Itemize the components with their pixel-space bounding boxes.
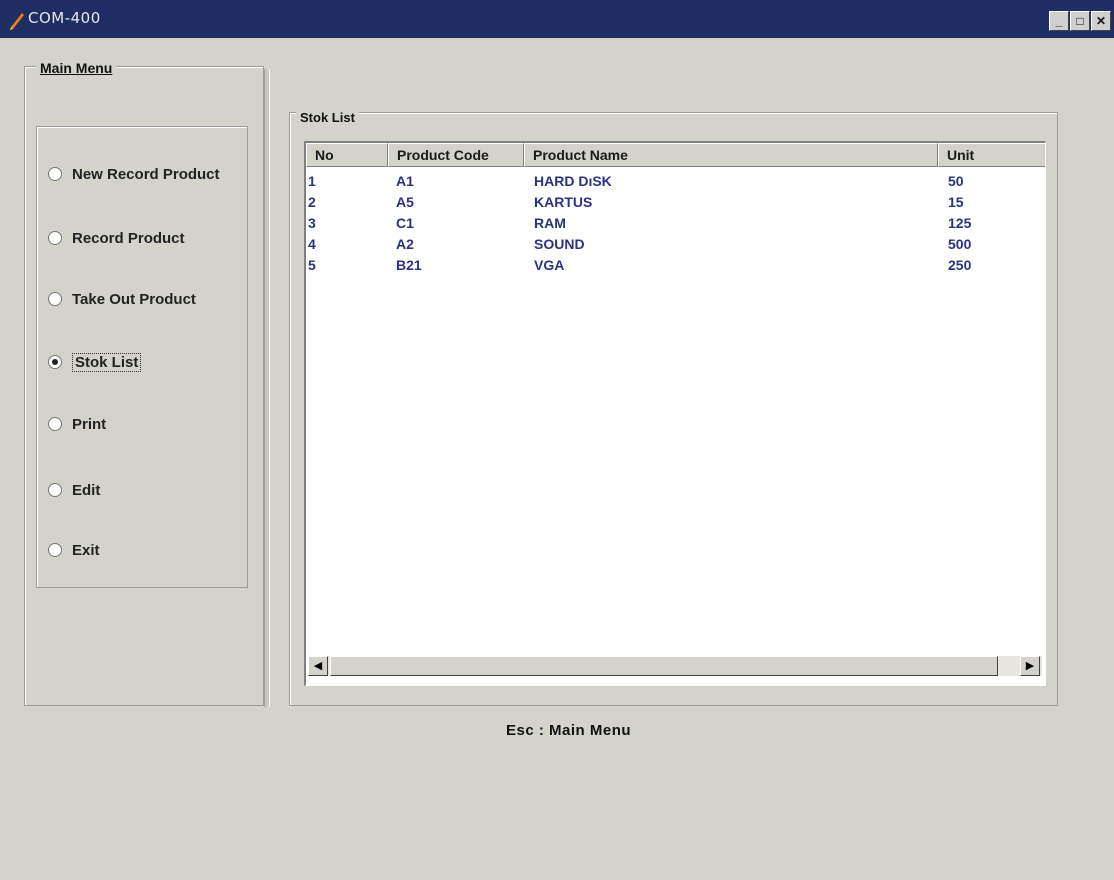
table-row[interactable]: 5 B21 VGA 250 — [306, 255, 1045, 276]
radio-selected-icon[interactable] — [48, 355, 62, 369]
cell-code: A5 — [396, 194, 414, 210]
radio-icon[interactable] — [48, 231, 62, 245]
cell-name: VGA — [534, 257, 565, 273]
column-header-no[interactable]: No — [306, 143, 388, 167]
stok-list-view[interactable]: No Product Code Product Name Unit 1 A1 H… — [304, 141, 1046, 686]
menu-item-stok-list[interactable]: Stok List — [48, 351, 142, 373]
radio-icon[interactable] — [48, 167, 62, 181]
cell-no: 1 — [308, 173, 316, 189]
menu-item-record-product[interactable]: Record Product — [48, 227, 185, 249]
scroll-left-icon[interactable]: ◀ — [308, 656, 328, 676]
main-menu-title: Main Menu — [36, 60, 117, 76]
menu-item-label: Print — [72, 415, 107, 433]
menu-item-label: Record Product — [72, 229, 185, 247]
cell-name: SOUND — [534, 236, 585, 252]
cell-unit: 15 — [948, 194, 964, 210]
radio-icon[interactable] — [48, 417, 62, 431]
cell-name: KARTUS — [534, 194, 593, 210]
cell-name: HARD DıSK — [534, 173, 612, 189]
app-window: COM-400 _ □ ✕ Main Menu New Record Produ… — [0, 0, 1114, 880]
scrollbar-thumb[interactable] — [330, 656, 998, 676]
table-row[interactable]: 1 A1 HARD DıSK 50 — [306, 171, 1045, 192]
cell-code: A1 — [396, 173, 414, 189]
cell-unit: 125 — [948, 215, 972, 231]
table-row[interactable]: 3 C1 RAM 125 — [306, 213, 1045, 234]
keyboard-hint: Esc : Main Menu — [506, 722, 632, 739]
maximize-button[interactable]: □ — [1070, 11, 1090, 31]
table-row[interactable]: 2 A5 KARTUS 15 — [306, 192, 1045, 213]
column-header-product-name[interactable]: Product Name — [524, 143, 938, 167]
cell-code: B21 — [396, 257, 422, 273]
menu-item-label: Edit — [72, 481, 101, 499]
menu-item-label: Take Out Product — [72, 290, 196, 308]
cell-name: RAM — [534, 215, 566, 231]
radio-icon[interactable] — [48, 483, 62, 497]
cell-code: C1 — [396, 215, 414, 231]
menu-item-label: Exit — [72, 541, 100, 559]
pencil-icon — [10, 13, 24, 30]
cell-unit: 50 — [948, 173, 964, 189]
panel-splitter[interactable] — [264, 68, 270, 708]
radio-icon[interactable] — [48, 543, 62, 557]
scroll-right-icon[interactable]: ▶ — [1020, 656, 1040, 676]
cell-no: 4 — [308, 236, 316, 252]
minimize-button[interactable]: _ — [1049, 11, 1069, 31]
window-title: COM-400 — [28, 9, 101, 27]
close-button[interactable]: ✕ — [1091, 11, 1111, 31]
title-bar[interactable]: COM-400 _ □ ✕ — [0, 0, 1114, 38]
horizontal-scrollbar[interactable]: ◀ ▶ — [308, 656, 1042, 676]
menu-item-new-record-product[interactable]: New Record Product — [48, 163, 220, 185]
cell-code: A2 — [396, 236, 414, 252]
table-row[interactable]: 4 A2 SOUND 500 — [306, 234, 1045, 255]
menu-item-take-out-product[interactable]: Take Out Product — [48, 288, 196, 310]
menu-item-edit[interactable]: Edit — [48, 479, 100, 501]
cell-unit: 250 — [948, 257, 972, 273]
menu-item-label: New Record Product — [72, 165, 220, 183]
radio-icon[interactable] — [48, 292, 62, 306]
menu-item-exit[interactable]: Exit — [48, 539, 100, 561]
column-header-unit[interactable]: Unit — [938, 143, 1045, 167]
cell-unit: 500 — [948, 236, 972, 252]
stok-list-group-title: Stok List — [296, 110, 359, 125]
cell-no: 2 — [308, 194, 316, 210]
column-header-product-code[interactable]: Product Code — [388, 143, 524, 167]
menu-item-print[interactable]: Print — [48, 413, 106, 435]
list-header: No Product Code Product Name Unit — [306, 143, 1045, 167]
cell-no: 3 — [308, 215, 316, 231]
menu-item-label: Stok List — [72, 352, 142, 372]
cell-no: 5 — [308, 257, 316, 273]
list-rows: 1 A1 HARD DıSK 50 2 A5 KARTUS 15 3 C1 RA… — [306, 171, 1045, 276]
